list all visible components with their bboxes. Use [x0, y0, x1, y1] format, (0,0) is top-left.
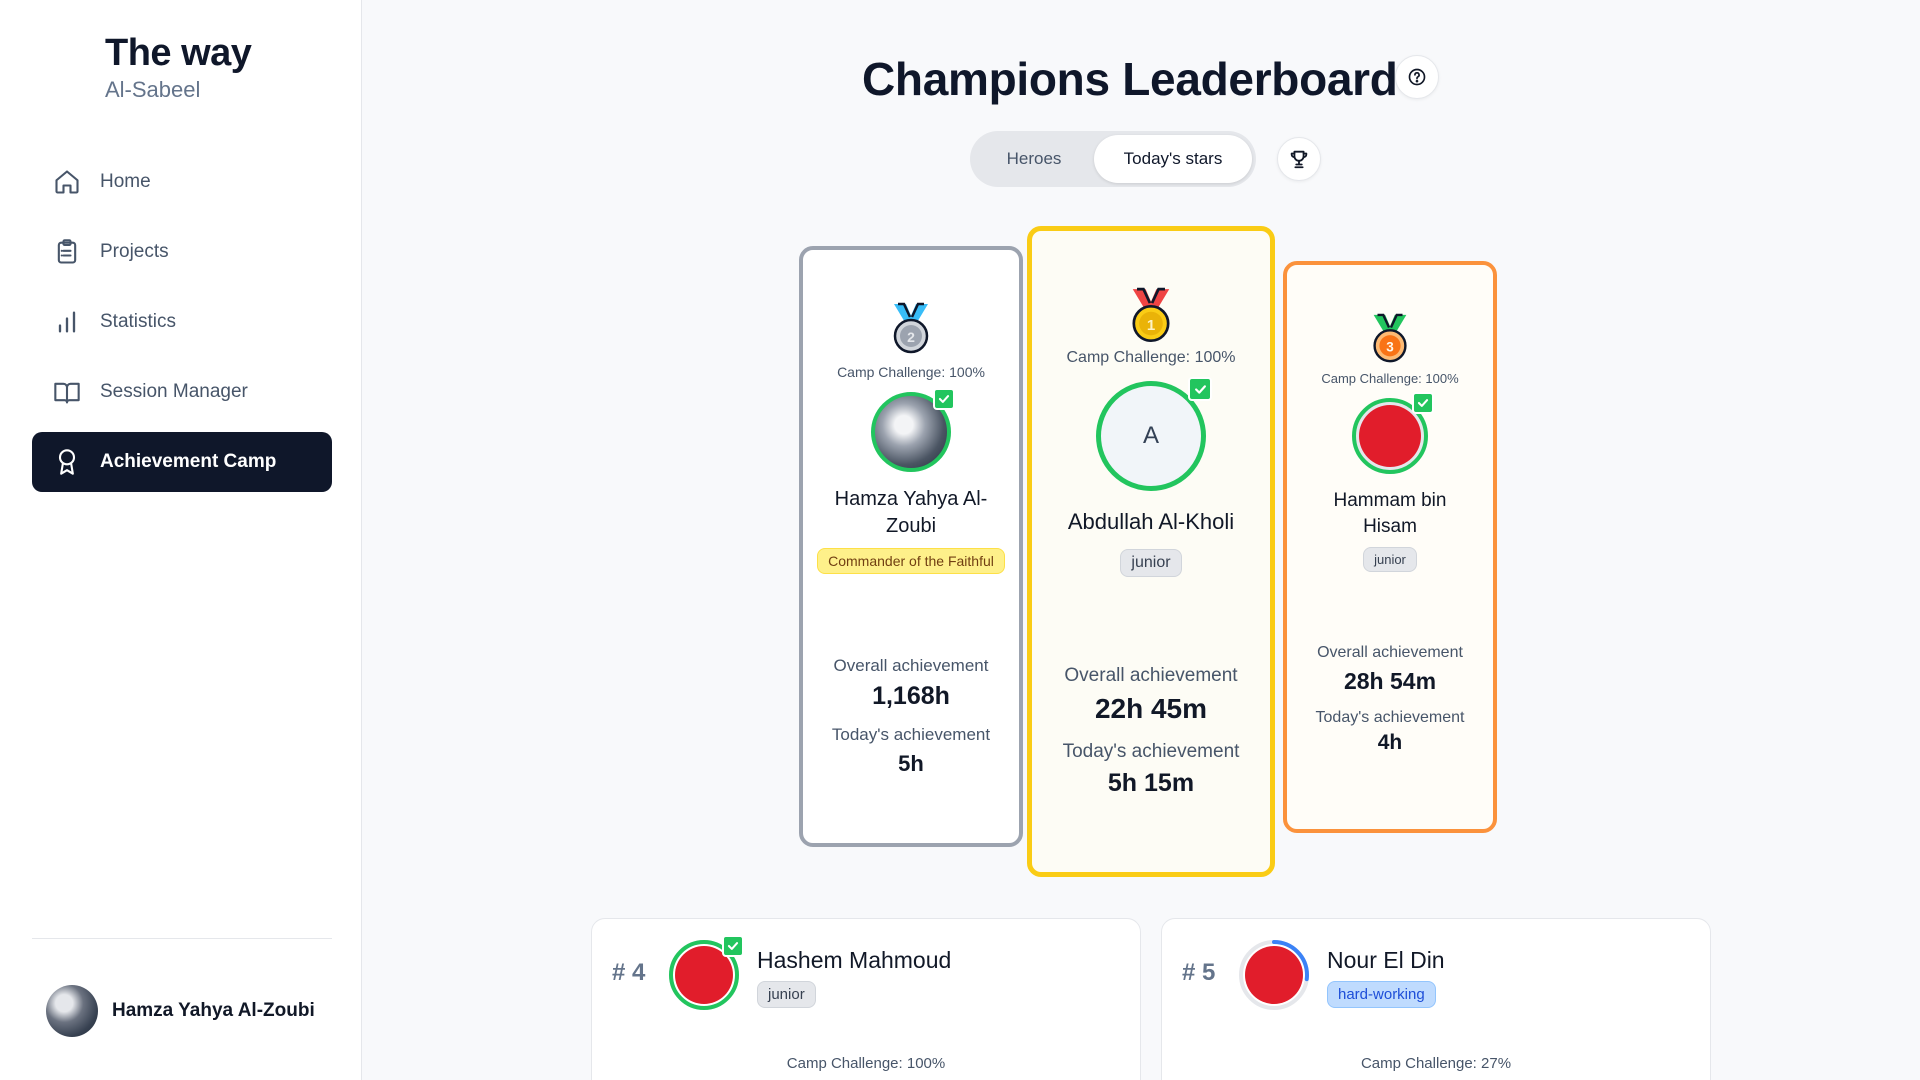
overall-label: Overall achievement [1317, 644, 1463, 662]
camp-challenge: Camp Challenge: 100% [1321, 371, 1459, 386]
podium-card-first[interactable]: 1 Camp Challenge: 100% A Abdullah Al-Kho… [1027, 226, 1275, 877]
sidebar-item-projects[interactable]: Projects [32, 222, 332, 282]
bar-chart-icon [52, 307, 82, 337]
clipboard-icon [52, 237, 82, 267]
book-open-icon [52, 377, 82, 407]
verified-check-icon [1412, 392, 1434, 414]
medal-number: 3 [1386, 340, 1394, 355]
verified-check-icon [722, 935, 744, 957]
today-label: Today's achievement [831, 725, 991, 744]
sidebar-nav: Home Projects Statistics Session Manager… [32, 152, 332, 502]
brand[interactable]: The way Al-Sabeel [105, 32, 252, 103]
overall-value: 1,168h [872, 682, 950, 710]
player-name: Abdullah Al-Kholi [1067, 509, 1235, 534]
sidebar-item-label: Achievement Camp [100, 451, 277, 472]
verified-check-icon [1188, 377, 1212, 401]
trophy-icon [1290, 150, 1308, 169]
player-name: Hashem Mahmoud [757, 947, 952, 973]
verified-check-icon [933, 388, 955, 410]
camp-challenge: Camp Challenge: 100% [1066, 349, 1236, 366]
gold-medal-icon: 1 [1132, 287, 1170, 343]
camp-challenge: Camp Challenge: 27% [1360, 1055, 1512, 1072]
user-profile[interactable]: Hamza Yahya Al-Zoubi [46, 985, 315, 1037]
brand-subtitle: Al-Sabeel [105, 77, 201, 102]
today-value: 4h [1377, 731, 1403, 755]
rank-number: # 5 [1182, 959, 1216, 986]
rank-badge: junior [1363, 547, 1417, 573]
rank-badge: hard-working [1327, 981, 1436, 1008]
overall-value: 22h 45m [1094, 692, 1208, 724]
camp-challenge: Camp Challenge: 100% [837, 364, 985, 380]
leaderboard-row[interactable]: # 5 Nour El Din hard-working Camp Challe… [1161, 918, 1711, 1080]
sidebar-item-label: Home [100, 171, 151, 192]
help-button[interactable] [1395, 55, 1439, 99]
leaderboard-row[interactable]: # 4 Hashem Mahmoud junior Camp Challenge… [591, 918, 1141, 1080]
today-value: 5h [898, 751, 924, 776]
sidebar: The way Al-Sabeel Home Projects Statisti… [0, 0, 362, 1080]
brand-title: The way [105, 32, 252, 74]
player-name: Hammam bin Hisam [1333, 490, 1447, 537]
player-name: Hamza Yahya Al-Zoubi [834, 488, 988, 537]
today-label: Today's achievement [1062, 740, 1240, 762]
player-name: Nour El Din [1327, 947, 1445, 973]
rank-badge: Commander of the Faithful [817, 548, 1005, 574]
overall-label: Overall achievement [1064, 664, 1238, 686]
player-avatar [1352, 392, 1434, 474]
camp-challenge: Camp Challenge: 100% [786, 1055, 946, 1072]
home-icon [52, 167, 82, 197]
tab-todays-stars[interactable]: Today's stars [1094, 135, 1252, 183]
sidebar-item-statistics[interactable]: Statistics [32, 292, 332, 352]
rank-number: # 4 [612, 959, 646, 986]
medal-number: 2 [907, 329, 915, 345]
page-title: Champions Leaderboard [862, 53, 1398, 105]
help-circle-icon [1408, 68, 1426, 86]
sidebar-item-achievement-camp[interactable]: Achievement Camp [32, 432, 332, 492]
player-avatar [668, 935, 744, 1011]
overall-label: Overall achievement [833, 656, 989, 675]
today-label: Today's achievement [1315, 709, 1465, 727]
avatar [46, 985, 98, 1037]
rank-badge: junior [1120, 548, 1182, 577]
sidebar-item-home[interactable]: Home [32, 152, 332, 212]
rank-badge: junior [757, 981, 816, 1008]
bronze-medal-icon: 3 [1373, 313, 1407, 363]
user-name: Hamza Yahya Al-Zoubi [112, 1000, 315, 1021]
player-avatar: A [1096, 377, 1212, 491]
award-icon [52, 447, 82, 477]
sidebar-item-label: Projects [100, 241, 169, 262]
sidebar-item-session-manager[interactable]: Session Manager [32, 362, 332, 422]
avatar-initial: A [1142, 422, 1159, 449]
trophy-button[interactable] [1277, 137, 1321, 181]
player-avatar [871, 388, 955, 472]
podium-card-third[interactable]: 3 Camp Challenge: 100% Hammam bin Hisam … [1283, 261, 1497, 833]
sidebar-item-label: Session Manager [100, 381, 248, 402]
sidebar-divider [32, 938, 332, 939]
podium-card-second[interactable]: 2 Camp Challenge: 100% Hamza Yahya Al-Zo… [799, 246, 1023, 847]
sidebar-item-label: Statistics [100, 311, 177, 332]
leaderboard-tabs: Heroes Today's stars [970, 131, 1256, 187]
tab-heroes[interactable]: Heroes [974, 135, 1094, 183]
overall-value: 28h 54m [1343, 668, 1437, 695]
medal-number: 1 [1147, 317, 1155, 334]
player-avatar [1238, 939, 1310, 1011]
silver-medal-icon: 2 [893, 302, 929, 354]
today-value: 5h 15m [1107, 768, 1195, 797]
